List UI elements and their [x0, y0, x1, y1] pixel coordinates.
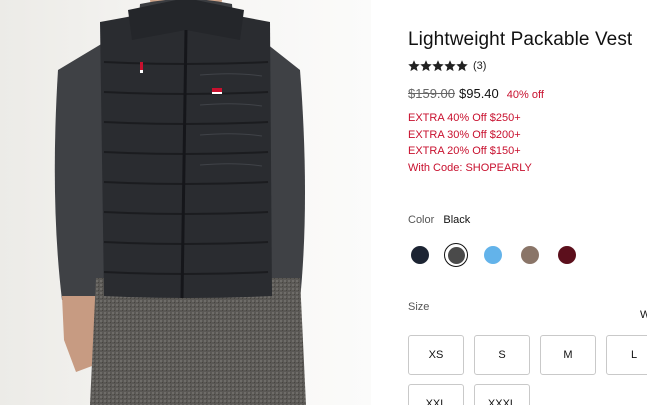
color-label: Color: [408, 214, 435, 226]
price-row: $159.00 $95.40 40% off: [408, 86, 544, 101]
promo-line: EXTRA 20% Off $150+: [408, 145, 521, 157]
swatch-dot: [521, 246, 539, 264]
swatch-dot: [484, 246, 502, 264]
product-title: Lightweight Packable Vest: [408, 29, 633, 50]
review-count[interactable]: (3): [473, 60, 486, 72]
size-label: Size: [408, 301, 430, 313]
promo-line: EXTRA 30% Off $200+: [408, 128, 521, 141]
original-price: $159.00: [408, 86, 455, 101]
product-rating[interactable]: (3): [408, 58, 486, 74]
size-guide-link[interactable]: W: [640, 309, 647, 321]
size-option-xxl[interactable]: XXL: [408, 384, 464, 405]
size-option-m[interactable]: M: [540, 335, 596, 375]
size-option-xs[interactable]: XS: [408, 335, 464, 375]
size-option-s[interactable]: S: [474, 335, 530, 375]
swatch-dot: [411, 246, 429, 264]
product-image[interactable]: [0, 0, 371, 405]
star-icon: [420, 60, 432, 72]
size-option-l[interactable]: L: [606, 335, 647, 375]
swatch-burgundy[interactable]: [555, 243, 579, 267]
promo-line: EXTRA 40% Off $250+: [408, 112, 521, 124]
star-icon: [408, 60, 420, 72]
sale-price: $95.40: [459, 86, 499, 101]
swatch-dot: [558, 246, 576, 264]
discount-badge: 40% off: [506, 89, 544, 101]
swatch-light-blue[interactable]: [481, 243, 505, 267]
promo-code: With Code: SHOPEARLY: [408, 161, 532, 174]
star-icon: [456, 60, 468, 72]
swatch-dot: [447, 246, 465, 264]
color-row: Color Black: [408, 214, 470, 226]
star-icon: [444, 60, 456, 72]
swatch-navy[interactable]: [408, 243, 432, 267]
product-info: Lightweight Packable Vest (3) $159.00 $9…: [408, 0, 647, 405]
star-icon: [432, 60, 444, 72]
rating-stars: [408, 60, 468, 72]
swatch-black[interactable]: [444, 243, 468, 267]
size-option-xxxl[interactable]: XXXL: [474, 384, 530, 405]
product-photo: [0, 0, 371, 405]
swatch-taupe[interactable]: [518, 243, 542, 267]
color-value: Black: [443, 214, 471, 226]
promo-list: EXTRA 40% Off $250+ EXTRA 30% Off $200+ …: [408, 110, 532, 176]
